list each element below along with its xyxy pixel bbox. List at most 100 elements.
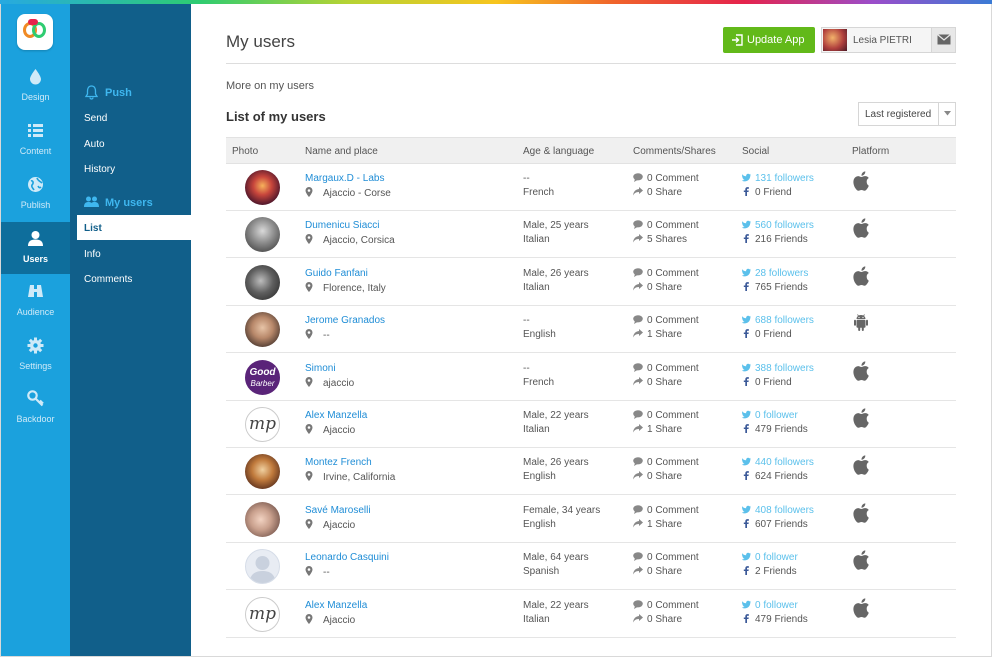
apple-icon bbox=[853, 550, 869, 570]
subnav-item-auto[interactable]: Auto bbox=[84, 139, 105, 150]
key-icon bbox=[27, 390, 44, 407]
apple-icon bbox=[853, 266, 869, 286]
share-icon bbox=[633, 613, 643, 623]
avatar bbox=[245, 501, 280, 537]
twitter-icon bbox=[742, 268, 751, 277]
sidebar-item-design[interactable]: Design bbox=[1, 60, 70, 112]
update-app-button[interactable]: Update App bbox=[723, 27, 815, 53]
comment-count: 0 Comment bbox=[633, 268, 699, 279]
apple-icon bbox=[853, 597, 869, 618]
user-name-link[interactable]: Simoni bbox=[305, 363, 336, 374]
subnav-item-info[interactable]: Info bbox=[84, 249, 101, 260]
comment-count: 0 Comment bbox=[633, 552, 699, 563]
header-divider bbox=[226, 63, 956, 64]
user-location: ajaccio bbox=[305, 376, 354, 389]
comment-icon bbox=[633, 315, 643, 325]
share-count: 0 Share bbox=[633, 187, 682, 198]
user-age: -- bbox=[523, 173, 530, 184]
user-language: Italian bbox=[523, 281, 550, 293]
sidebar-item-backdoor[interactable]: Backdoor bbox=[1, 382, 70, 434]
facebook-icon bbox=[743, 518, 749, 528]
facebook-icon bbox=[743, 424, 749, 433]
share-count: 1 Share bbox=[633, 518, 682, 530]
globe-icon bbox=[28, 177, 43, 192]
user-language: English bbox=[523, 471, 556, 483]
twitter-icon bbox=[742, 600, 751, 608]
subnav-item-send[interactable]: Send bbox=[84, 113, 107, 124]
twitter-icon bbox=[742, 410, 751, 419]
user-age: Male, 25 years bbox=[523, 220, 589, 232]
user-name-link[interactable]: Montez French bbox=[305, 457, 372, 468]
avatar: mp bbox=[245, 407, 280, 442]
user-location: Ajaccio - Corse bbox=[305, 187, 391, 199]
twitter-followers: 0 follower bbox=[742, 600, 798, 611]
apple-icon bbox=[853, 455, 869, 476]
apple-icon bbox=[853, 171, 869, 191]
twitter-followers: 688 followers bbox=[742, 315, 814, 326]
table-row: Margaux.D - Labs Ajaccio - Corse -- French 0… bbox=[226, 164, 956, 211]
facebook-friends: 2 Friends bbox=[742, 566, 797, 577]
share-icon bbox=[633, 424, 643, 433]
twitter-icon bbox=[742, 458, 751, 466]
more-on-users-link[interactable]: More on my users bbox=[226, 80, 314, 92]
apple-icon bbox=[853, 408, 869, 428]
user-name-link[interactable]: Savé Maroselli bbox=[305, 505, 371, 516]
comment-icon bbox=[633, 599, 643, 609]
column-header-social: Social bbox=[742, 146, 770, 157]
account-menu[interactable]: Lesia PIETRI bbox=[821, 27, 956, 53]
facebook-icon bbox=[743, 613, 749, 623]
twitter-icon bbox=[742, 505, 751, 514]
user-age: Male, 64 years bbox=[523, 552, 589, 564]
subnav-item-comments[interactable]: Comments bbox=[84, 274, 132, 285]
column-header-photo: Photo bbox=[232, 146, 259, 157]
user-language: Italian bbox=[523, 613, 550, 625]
user-location: Ajaccio, Corsica bbox=[305, 234, 395, 246]
comment-icon bbox=[633, 457, 643, 467]
comment-count: 0 Comment bbox=[633, 457, 699, 468]
twitter-followers: 131 followers bbox=[742, 173, 814, 184]
comment-icon bbox=[633, 220, 643, 230]
user-name-link[interactable]: Jerome Granados bbox=[305, 315, 385, 326]
twitter-followers: 0 follower bbox=[742, 552, 798, 563]
app-logo[interactable] bbox=[17, 14, 53, 50]
avatar bbox=[245, 312, 280, 348]
user-name-link[interactable]: Alex Manzella bbox=[305, 410, 367, 421]
share-icon bbox=[633, 329, 643, 338]
sidebar-item-settings[interactable]: Settings bbox=[1, 329, 70, 381]
sidebar-item-content[interactable]: Content bbox=[1, 114, 70, 166]
list-title: List of my users bbox=[226, 109, 326, 124]
android-icon bbox=[854, 314, 868, 332]
users-icon bbox=[84, 196, 99, 207]
user-location: Irvine, California bbox=[305, 471, 395, 483]
list-icon bbox=[28, 124, 43, 137]
column-header-age: Age & language bbox=[523, 146, 595, 157]
share-icon bbox=[633, 187, 643, 196]
user-name-link[interactable]: Margaux.D - Labs bbox=[305, 173, 384, 184]
user-age: -- bbox=[523, 362, 530, 374]
user-name-link[interactable]: Alex Manzella bbox=[305, 600, 367, 611]
sort-select[interactable]: Last registered bbox=[858, 102, 956, 126]
map-pin-icon bbox=[305, 187, 313, 197]
sidebar-item-label: Audience bbox=[16, 307, 55, 317]
subnav-item-history[interactable]: History bbox=[84, 164, 115, 175]
user-name-link[interactable]: Leonardo Casquini bbox=[305, 552, 389, 563]
facebook-friends: 765 Friends bbox=[742, 282, 808, 293]
main-content: My users Update App Lesia PIETRI More on… bbox=[191, 4, 991, 656]
user-name-link[interactable]: Guido Fanfani bbox=[305, 268, 368, 279]
main-sidebar: Design Content Publish Users Audience Se… bbox=[1, 4, 70, 656]
facebook-friends: 0 Friend bbox=[742, 187, 792, 198]
subnav-item-list[interactable]: List bbox=[77, 215, 191, 240]
sidebar-item-users[interactable]: Users bbox=[1, 222, 70, 274]
user-language: French bbox=[523, 187, 555, 198]
share-icon bbox=[633, 376, 643, 386]
facebook-friends: 479 Friends bbox=[742, 614, 808, 625]
sidebar-item-publish[interactable]: Publish bbox=[1, 168, 70, 220]
comment-icon bbox=[633, 552, 643, 562]
table-header: Photo Name and place Age & language Comm… bbox=[226, 137, 956, 164]
drop-icon bbox=[30, 69, 41, 85]
messages-button[interactable] bbox=[931, 28, 955, 52]
share-count: 0 Share bbox=[633, 471, 682, 482]
account-name: Lesia PIETRI bbox=[853, 35, 912, 46]
sidebar-item-audience[interactable]: Audience bbox=[1, 275, 70, 327]
user-name-link[interactable]: Dumenicu Siacci bbox=[305, 220, 379, 231]
